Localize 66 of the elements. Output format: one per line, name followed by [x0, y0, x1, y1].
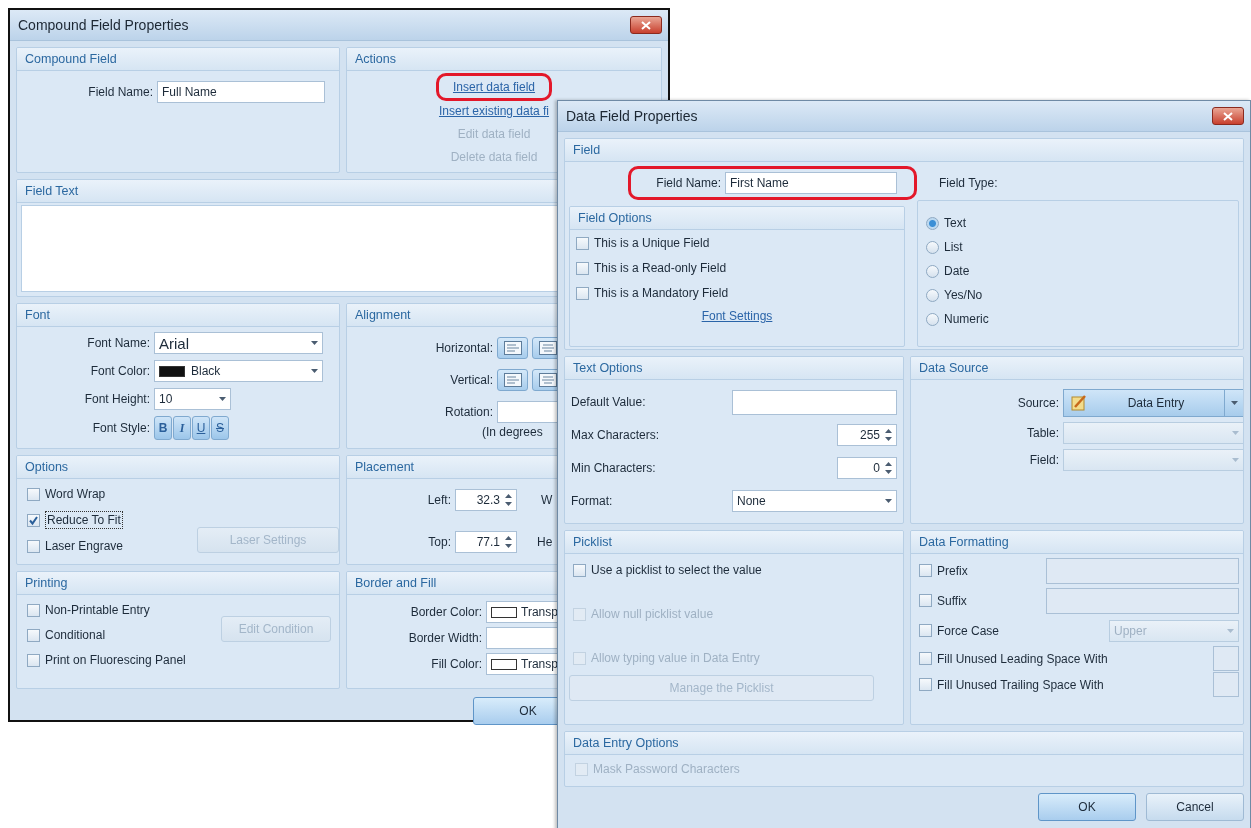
- checkbox-label: Suffix: [937, 593, 967, 608]
- checkbox-label: Allow typing value in Data Entry: [591, 651, 760, 665]
- radio-label: Date: [944, 264, 970, 278]
- field-label: Max Characters:: [571, 428, 660, 442]
- section-heading: Alignment: [355, 307, 411, 323]
- checkbox-label: Prefix: [937, 563, 968, 578]
- window-title: Data Field Properties: [566, 108, 698, 124]
- field-label: Field Name:: [655, 176, 721, 190]
- checkbox-label: Allow null picklist value: [591, 607, 714, 621]
- radio-label: Yes/No: [944, 288, 983, 302]
- section-heading: Data Formatting: [919, 534, 1009, 550]
- field-label: Font Name:: [86, 336, 150, 350]
- checkbox-label: This is a Read-only Field: [594, 261, 727, 275]
- field-label: He: [537, 535, 553, 549]
- field-label: Field:: [1028, 453, 1059, 467]
- section-heading: Field: [573, 142, 601, 158]
- checkbox-label: Reduce To Fit: [45, 511, 123, 529]
- section-heading: Border and Fill: [355, 575, 437, 591]
- field-label: Border Width:: [407, 631, 482, 645]
- checkbox-label: Use a picklist to select the value: [591, 563, 762, 577]
- field-label: Border Color:: [409, 605, 482, 619]
- field-label: Font Style:: [91, 421, 150, 435]
- section-heading: Field Options: [578, 210, 652, 226]
- field-label: Min Characters:: [571, 461, 656, 475]
- field-label: Field Type:: [939, 176, 999, 190]
- checkbox-label: Non-Printable Entry: [45, 603, 150, 617]
- section-heading: Field Text: [25, 183, 79, 199]
- field-label: Horizontal:: [434, 341, 493, 355]
- field-label: W: [541, 493, 553, 507]
- section-heading: Font: [25, 307, 50, 323]
- field-label: Table:: [1025, 426, 1059, 440]
- section-heading: Data Entry Options: [573, 735, 679, 751]
- field-label: Rotation:: [443, 405, 493, 419]
- section-heading: Data Source: [919, 360, 989, 376]
- radio-label: Numeric: [944, 312, 989, 326]
- section-heading: Text Options: [573, 360, 643, 376]
- field-label: Vertical:: [449, 373, 493, 387]
- window-title: Compound Field Properties: [18, 17, 189, 33]
- checkbox-label: Fill Unused Trailing Space With: [937, 677, 1104, 692]
- field-label: Top:: [427, 535, 451, 549]
- field-label: Format:: [571, 494, 613, 508]
- field-label: Left:: [426, 493, 451, 507]
- section-heading: Actions: [355, 51, 396, 67]
- section-heading: Placement: [355, 459, 415, 475]
- checkbox-label: This is a Unique Field: [594, 236, 710, 250]
- section-heading: Picklist: [573, 534, 612, 550]
- hint-text: (In degrees: [482, 425, 543, 439]
- checkbox-label: Fill Unused Leading Space With: [937, 651, 1108, 666]
- section-heading: Printing: [25, 575, 68, 591]
- field-label: Source:: [1016, 396, 1059, 410]
- field-label: Fill Color:: [430, 657, 482, 671]
- checkbox-label: Laser Engrave: [45, 539, 124, 553]
- checkbox-label: Word Wrap: [45, 487, 106, 501]
- checkbox-label: Force Case: [937, 623, 1000, 638]
- section-heading: Options: [25, 459, 69, 475]
- checkbox-label: Print on Fluorescing Panel: [45, 653, 186, 667]
- checkbox-label: Mask Password Characters: [593, 762, 740, 776]
- checkbox-label: This is a Mandatory Field: [594, 286, 729, 300]
- radio-label: Text: [944, 216, 966, 230]
- field-label: Font Height:: [83, 392, 150, 406]
- radio-label: List: [944, 240, 963, 254]
- field-label: Default Value:: [571, 395, 646, 409]
- checkbox-label: Conditional: [45, 628, 106, 642]
- field-label: Field Name:: [87, 85, 153, 99]
- section-heading: Compound Field: [25, 51, 117, 67]
- field-label: Font Color:: [89, 364, 150, 378]
